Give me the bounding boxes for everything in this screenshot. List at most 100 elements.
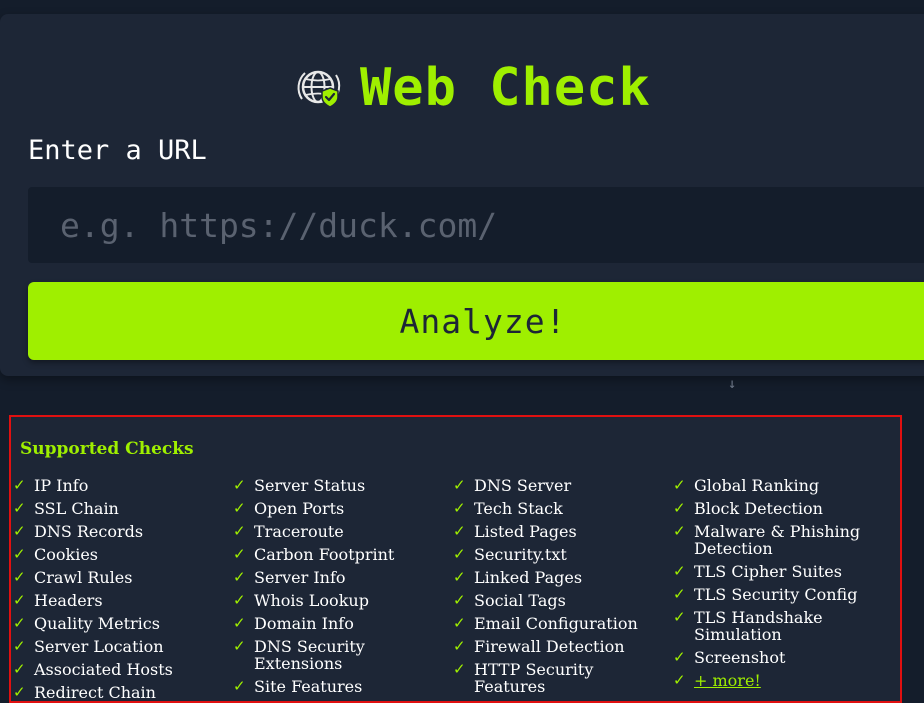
check-item-label: Headers xyxy=(34,591,103,610)
check-icon: ✓ xyxy=(233,522,246,540)
check-item-label: Tech Stack xyxy=(474,499,563,518)
check-icon: ✓ xyxy=(673,608,686,626)
check-item: ✓ IP Info xyxy=(13,476,228,495)
check-icon: ✓ xyxy=(453,637,466,655)
check-item: ✓ SSL Chain xyxy=(13,499,228,518)
check-item: ✓ Firewall Detection xyxy=(453,637,668,656)
check-icon: ✓ xyxy=(13,614,26,632)
check-icon: ✓ xyxy=(453,660,466,678)
check-icon: ✓ xyxy=(233,568,246,586)
check-item: ✓ Listed Pages xyxy=(453,522,668,541)
check-icon: ✓ xyxy=(13,660,26,678)
check-item: ✓ TLS Handshake Simulation xyxy=(673,608,900,644)
check-item: ✓ Quality Metrics xyxy=(13,614,228,633)
checks-column-1: ✓ IP Info ✓ SSL Chain ✓ DNS Records ✓ Cookies ✓ C… xyxy=(13,476,228,702)
check-item-label: Site Features xyxy=(254,677,363,696)
check-icon: ✓ xyxy=(453,591,466,609)
check-item: ✓ Crawl Rules xyxy=(13,568,228,587)
check-item: ✓ Open Ports xyxy=(233,499,448,518)
check-item-label: IP Info xyxy=(34,476,89,495)
check-icon: ✓ xyxy=(453,522,466,540)
check-item-label: Screenshot xyxy=(694,648,786,667)
app-title: Web Check xyxy=(360,58,651,118)
check-icon: ✓ xyxy=(13,568,26,586)
check-item-label: Crawl Rules xyxy=(34,568,133,587)
check-item-label: Malware & Phishing Detection xyxy=(694,522,861,558)
check-icon: ✓ xyxy=(13,637,26,655)
check-icon: ✓ xyxy=(13,522,26,540)
check-item: ✓ HTTP Security Features xyxy=(453,660,668,696)
check-item-label: Associated Hosts xyxy=(34,660,173,679)
check-item-label: Firewall Detection xyxy=(474,637,625,656)
check-item-label: Redirect Chain xyxy=(34,683,156,702)
check-item-label: Quality Metrics xyxy=(34,614,160,633)
check-item-label: TLS Cipher Suites xyxy=(694,562,842,581)
check-item: ✓ DNS Records xyxy=(13,522,228,541)
check-item-label: Open Ports xyxy=(254,499,345,518)
search-card: Web Check Enter a URL Analyze! xyxy=(0,14,924,376)
check-icon: ✓ xyxy=(13,545,26,563)
check-item: ✓ Server Location xyxy=(13,637,228,656)
check-icon: ✓ xyxy=(673,499,686,517)
supported-checks-title: Supported Checks xyxy=(20,439,194,459)
check-item-label: DNS Server xyxy=(474,476,572,495)
check-item: ✓ Email Configuration xyxy=(453,614,668,633)
check-item: ✓ Redirect Chain xyxy=(13,683,228,702)
check-item-label: HTTP Security Features xyxy=(474,660,594,696)
check-item: ✓ Server Status xyxy=(233,476,448,495)
check-icon: ✓ xyxy=(453,568,466,586)
check-item: ✓ Cookies xyxy=(13,545,228,564)
check-item-label: Global Ranking xyxy=(694,476,820,495)
checks-column-3: ✓ DNS Server ✓ Tech Stack ✓ Listed Pages ✓ Secu… xyxy=(453,477,668,701)
check-item: ✓ Site Features xyxy=(233,677,448,696)
check-item: ✓ Social Tags xyxy=(453,591,668,610)
more-checks-item: ✓ + more! xyxy=(673,671,900,690)
check-item: ✓ Screenshot xyxy=(673,648,900,667)
analyze-button[interactable]: Analyze! xyxy=(28,282,924,360)
check-icon: ✓ xyxy=(673,562,686,580)
check-item-label: DNS Security Extensions xyxy=(254,637,365,673)
check-item: ✓ Security.txt xyxy=(453,546,668,564)
check-item-label: Server Info xyxy=(254,568,346,587)
check-icon: ✓ xyxy=(233,545,246,563)
check-icon: ✓ xyxy=(453,614,466,632)
check-item: ✓ Server Info xyxy=(233,568,448,587)
check-icon: ✓ xyxy=(673,476,686,494)
check-icon: ✓ xyxy=(673,522,686,540)
check-item: ✓ DNS Security Extensions xyxy=(233,637,448,673)
check-icon: ✓ xyxy=(233,499,246,517)
check-icon: ✓ xyxy=(13,591,26,609)
url-input[interactable] xyxy=(28,187,924,263)
check-item: ✓ Carbon Footprint xyxy=(233,545,448,564)
check-item-label: Carbon Footprint xyxy=(254,545,395,564)
check-item-label: Domain Info xyxy=(254,614,354,633)
check-item: ✓ DNS Server xyxy=(453,476,668,495)
check-icon: ✓ xyxy=(13,476,26,494)
check-item-label: Whois Lookup xyxy=(254,591,369,610)
check-icon: ✓ xyxy=(233,637,246,655)
check-item-label: SSL Chain xyxy=(34,499,119,518)
check-icon: ✓ xyxy=(233,614,246,632)
check-icon: ✓ xyxy=(13,499,26,517)
check-item: ✓ Tech Stack xyxy=(453,499,668,518)
checks-column-4: ✓ Global Ranking ✓ Block Detection ✓ Malware … xyxy=(673,476,900,695)
url-field-label: Enter a URL xyxy=(28,135,207,166)
check-icon: ✓ xyxy=(233,476,246,494)
globe-shield-icon xyxy=(297,70,341,108)
check-item: ✓ TLS Security Config xyxy=(673,586,900,604)
check-icon: ✓ xyxy=(673,671,686,689)
web-check-page: Web Check Enter a URL Analyze! ↓ Support… xyxy=(0,0,924,703)
more-checks-link[interactable]: + more! xyxy=(694,671,761,690)
check-item: ✓ Linked Pages xyxy=(453,568,668,587)
check-item: ✓ TLS Cipher Suites xyxy=(673,562,900,581)
check-item-label: Cookies xyxy=(34,545,98,564)
check-item-label: Social Tags xyxy=(474,591,566,610)
check-icon: ✓ xyxy=(453,476,466,494)
check-item: ✓ Headers xyxy=(13,591,228,610)
check-item: ✓ Whois Lookup xyxy=(233,591,448,610)
brand-header: Web Check xyxy=(296,56,651,120)
check-item: ✓ Global Ranking xyxy=(673,476,900,495)
checks-column-2: ✓ Server Status ✓ Open Ports ✓ Traceroute ✓ Car… xyxy=(233,477,448,701)
check-item: ✓ Block Detection xyxy=(673,499,900,518)
check-icon: ✓ xyxy=(233,591,246,609)
